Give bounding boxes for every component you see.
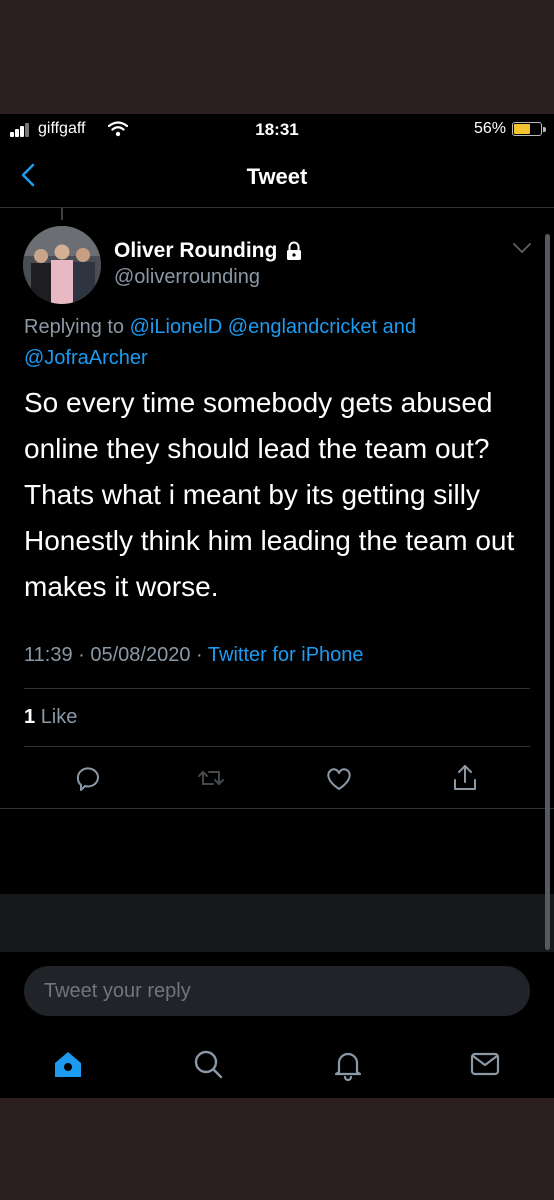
reply-placeholder: Tweet your reply xyxy=(44,980,191,1002)
search-icon[interactable] xyxy=(190,1046,226,1082)
mention-link[interactable]: @JofraArcher xyxy=(24,347,148,369)
messages-icon[interactable] xyxy=(467,1046,503,1082)
divider xyxy=(24,688,530,689)
share-icon[interactable] xyxy=(449,762,481,794)
author-name[interactable]: Oliver Rounding xyxy=(114,239,277,263)
avatar[interactable] xyxy=(23,226,101,304)
replying-and: and xyxy=(382,316,416,338)
scrollbar[interactable] xyxy=(545,234,550,950)
home-icon[interactable] xyxy=(50,1046,86,1082)
chevron-down-icon[interactable] xyxy=(512,242,532,254)
empty-section xyxy=(0,894,554,952)
photo-frame-top xyxy=(0,0,554,114)
tab-bar xyxy=(0,1034,554,1098)
reply-icon[interactable] xyxy=(72,762,104,794)
reply-input[interactable]: Tweet your reply xyxy=(24,966,530,1016)
tweet-text: So every time somebody gets abused onlin… xyxy=(24,387,515,602)
likes-count[interactable]: 1 Like xyxy=(24,706,77,729)
author-row: Oliver Rounding xyxy=(114,238,303,264)
lock-icon xyxy=(287,241,302,260)
replying-to: Replying to @iLionelD @englandcricket an… xyxy=(24,312,524,374)
page-title: Tweet xyxy=(246,164,308,189)
meta-separator: · xyxy=(196,644,203,666)
tweet-actions xyxy=(0,762,554,798)
thread-connector xyxy=(61,208,63,220)
replying-prefix: Replying to xyxy=(24,316,125,338)
author-handle[interactable]: @oliverrounding xyxy=(114,266,260,289)
clock: 18:31 xyxy=(255,120,299,139)
like-number: 1 xyxy=(24,706,36,728)
tweet-date: 05/08/2020 xyxy=(90,644,191,666)
tweet-source[interactable]: Twitter for iPhone xyxy=(208,644,364,666)
status-bar: giffgaff 18:31 56% xyxy=(0,114,554,144)
mention-link[interactable]: @iLionelD xyxy=(130,316,223,338)
mention-link[interactable]: @englandcricket xyxy=(228,316,377,338)
notifications-icon[interactable] xyxy=(330,1046,366,1082)
nav-bar: Tweet xyxy=(0,144,554,208)
photo-frame-bottom xyxy=(0,1098,554,1200)
tweet-time: 11:39 xyxy=(24,644,73,666)
tweet-meta: 11:39 · 05/08/2020 · Twitter for iPhone xyxy=(24,644,364,667)
battery-percent: 56% xyxy=(473,120,506,137)
retweet-icon[interactable] xyxy=(195,762,227,794)
battery-icon xyxy=(512,122,546,136)
meta-separator: · xyxy=(78,644,85,666)
divider xyxy=(24,746,530,747)
divider xyxy=(0,808,554,809)
like-label: Like xyxy=(40,706,78,728)
like-icon[interactable] xyxy=(323,762,355,794)
phone-screen: giffgaff 18:31 56% Tweet Oliver Rounding… xyxy=(0,114,554,1098)
